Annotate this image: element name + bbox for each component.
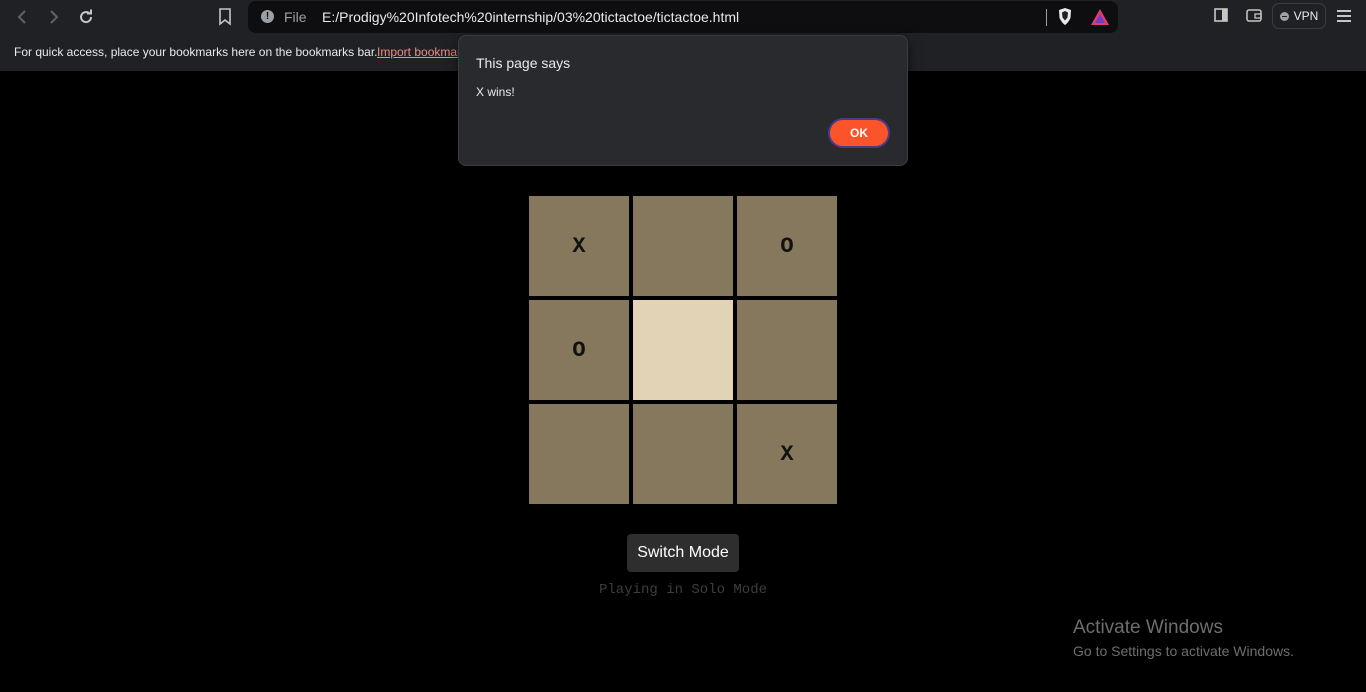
vpn-button[interactable]: VPN bbox=[1272, 3, 1326, 29]
browser-toolbar: ! File E:/Prodigy%20Infotech%20internshi… bbox=[0, 0, 1366, 35]
dialog-title: This page says bbox=[476, 55, 571, 71]
back-icon[interactable] bbox=[10, 6, 34, 28]
bookmark-icon[interactable] bbox=[218, 8, 232, 26]
brave-shield-icon[interactable] bbox=[1058, 8, 1072, 25]
info-icon[interactable]: ! bbox=[261, 10, 274, 23]
board-cell[interactable] bbox=[529, 404, 629, 504]
switch-mode-button[interactable]: Switch Mode bbox=[627, 534, 739, 572]
board-cell[interactable] bbox=[633, 196, 733, 296]
menu-icon[interactable] bbox=[1337, 10, 1351, 22]
vpn-label: VPN bbox=[1293, 9, 1319, 23]
board-cell[interactable] bbox=[633, 300, 733, 400]
divider bbox=[1046, 9, 1047, 26]
activate-windows-watermark: Activate Windows Go to Settings to activ… bbox=[1073, 617, 1294, 659]
forward-icon[interactable] bbox=[42, 6, 66, 28]
sidebar-icon[interactable] bbox=[1214, 8, 1228, 22]
alert-dialog: This page says X wins! OK bbox=[458, 35, 908, 166]
board-cell[interactable]: X bbox=[529, 196, 629, 296]
ok-button[interactable]: OK bbox=[828, 118, 890, 148]
address-bar[interactable]: ! File E:/Prodigy%20Infotech%20internshi… bbox=[248, 1, 1118, 33]
board-cell[interactable] bbox=[633, 404, 733, 504]
watermark-title: Activate Windows bbox=[1073, 617, 1223, 638]
game-board: X O O X bbox=[529, 196, 837, 504]
board-cell[interactable]: O bbox=[529, 300, 629, 400]
board-cell[interactable] bbox=[737, 300, 837, 400]
dialog-message: X wins! bbox=[476, 85, 515, 99]
brave-rewards-icon[interactable] bbox=[1091, 9, 1109, 25]
wallet-icon[interactable] bbox=[1246, 8, 1262, 22]
board-cell[interactable]: O bbox=[737, 196, 837, 296]
url-text[interactable]: E:/Prodigy%20Infotech%20internship/03%20… bbox=[322, 9, 739, 25]
board-cell[interactable]: X bbox=[737, 404, 837, 504]
bookmarks-hint: For quick access, place your bookmarks h… bbox=[14, 45, 378, 59]
scheme-label: File bbox=[284, 9, 307, 25]
watermark-subtitle: Go to Settings to activate Windows. bbox=[1073, 643, 1294, 659]
reload-icon[interactable] bbox=[74, 6, 98, 28]
vpn-status-icon bbox=[1279, 11, 1289, 21]
mode-status: Playing in Solo Mode bbox=[598, 582, 768, 598]
